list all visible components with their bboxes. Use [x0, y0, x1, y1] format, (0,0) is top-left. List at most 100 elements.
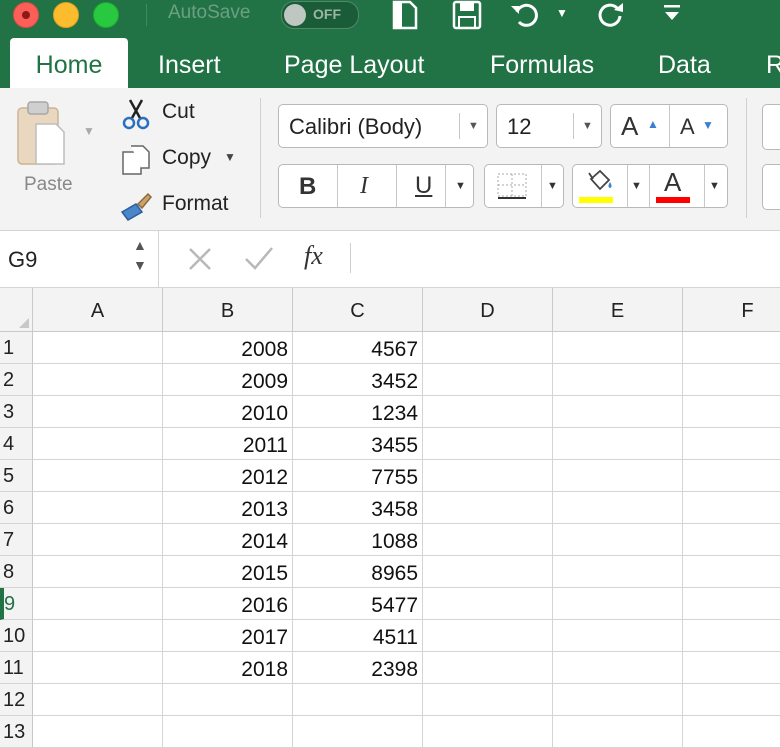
fill-color-button[interactable] [573, 165, 627, 207]
tab-formulas[interactable]: Formulas [490, 38, 594, 88]
cell-a11[interactable] [33, 652, 163, 684]
cell-d5[interactable] [423, 460, 553, 492]
cell-f13[interactable] [683, 716, 780, 748]
close-window-button[interactable] [13, 2, 39, 28]
font-name-combo[interactable]: Calibri (Body) ▼ [278, 104, 488, 148]
row-header[interactable]: 4 [0, 428, 33, 460]
font-color-dropdown-icon[interactable]: ▼ [709, 180, 720, 192]
borders-dropdown-icon[interactable]: ▼ [547, 180, 558, 192]
cell-e6[interactable] [553, 492, 683, 524]
cut-button[interactable]: Cut [118, 96, 218, 130]
cell-d9[interactable] [423, 588, 553, 620]
cell-f7[interactable] [683, 524, 780, 556]
cell-b12[interactable] [163, 684, 293, 716]
cell-e2[interactable] [553, 364, 683, 396]
cell-a1[interactable] [33, 332, 163, 364]
row-header[interactable]: 8 [0, 556, 33, 588]
autosave-toggle[interactable]: OFF [281, 1, 359, 29]
cell-e10[interactable] [553, 620, 683, 652]
cancel-entry-icon[interactable] [186, 241, 214, 278]
row-header[interactable]: 12 [0, 684, 33, 716]
cell-b6[interactable]: 2013 [163, 492, 293, 524]
undo-icon[interactable] [509, 0, 545, 30]
cell-f3[interactable] [683, 396, 780, 428]
cell-e5[interactable] [553, 460, 683, 492]
row-header[interactable]: 9 [0, 588, 33, 620]
paste-dropdown-icon[interactable]: ▼ [83, 124, 95, 138]
cell-e1[interactable] [553, 332, 683, 364]
save-icon[interactable] [451, 0, 483, 30]
cell-e3[interactable] [553, 396, 683, 428]
row-header[interactable]: 10 [0, 620, 33, 652]
chevron-up-icon[interactable]: ▲ [133, 237, 147, 253]
cell-d8[interactable] [423, 556, 553, 588]
cell-a9[interactable] [33, 588, 163, 620]
cell-c13[interactable] [293, 716, 423, 748]
tab-page-layout[interactable]: Page Layout [284, 38, 424, 88]
minimize-window-button[interactable] [53, 2, 79, 28]
cell-b5[interactable]: 2012 [163, 460, 293, 492]
row-header[interactable]: 13 [0, 716, 33, 748]
alignment-control-partial[interactable] [762, 104, 780, 150]
cell-b11[interactable]: 2018 [163, 652, 293, 684]
cell-c9[interactable]: 5477 [293, 588, 423, 620]
cell-c11[interactable]: 2398 [293, 652, 423, 684]
insert-function-button[interactable]: fx [304, 241, 323, 271]
format-painter-button[interactable]: Format [118, 188, 248, 222]
cell-a10[interactable] [33, 620, 163, 652]
bold-button[interactable]: B [279, 165, 337, 207]
italic-button[interactable]: I [338, 165, 396, 207]
cell-c3[interactable]: 1234 [293, 396, 423, 428]
cell-c6[interactable]: 3458 [293, 492, 423, 524]
cell-d7[interactable] [423, 524, 553, 556]
chevron-down-icon[interactable]: ▼ [133, 257, 147, 273]
cell-b7[interactable]: 2014 [163, 524, 293, 556]
cell-d11[interactable] [423, 652, 553, 684]
row-header[interactable]: 7 [0, 524, 33, 556]
row-header[interactable]: 3 [0, 396, 33, 428]
cell-e9[interactable] [553, 588, 683, 620]
cell-f9[interactable] [683, 588, 780, 620]
confirm-entry-icon[interactable] [243, 241, 275, 278]
row-header[interactable]: 6 [0, 492, 33, 524]
cell-a13[interactable] [33, 716, 163, 748]
tab-review-partial[interactable]: R [766, 38, 780, 88]
select-all-button[interactable] [0, 288, 33, 332]
cell-b13[interactable] [163, 716, 293, 748]
cell-d3[interactable] [423, 396, 553, 428]
cell-d1[interactable] [423, 332, 553, 364]
cell-b4[interactable]: 2011 [163, 428, 293, 460]
cell-c12[interactable] [293, 684, 423, 716]
cell-d12[interactable] [423, 684, 553, 716]
cell-f12[interactable] [683, 684, 780, 716]
cell-d2[interactable] [423, 364, 553, 396]
cell-a12[interactable] [33, 684, 163, 716]
cell-f11[interactable] [683, 652, 780, 684]
column-header-d[interactable]: D [423, 288, 553, 332]
cell-c2[interactable]: 3452 [293, 364, 423, 396]
cell-d4[interactable] [423, 428, 553, 460]
column-header-e[interactable]: E [553, 288, 683, 332]
increase-font-size-button[interactable]: A ▲ [611, 105, 669, 147]
tab-insert[interactable]: Insert [158, 38, 221, 88]
cell-d10[interactable] [423, 620, 553, 652]
cell-c7[interactable]: 1088 [293, 524, 423, 556]
cell-b10[interactable]: 2017 [163, 620, 293, 652]
copy-button[interactable]: Copy [118, 142, 218, 176]
cell-f1[interactable] [683, 332, 780, 364]
row-header[interactable]: 5 [0, 460, 33, 492]
cell-c5[interactable]: 7755 [293, 460, 423, 492]
alignment-control-partial[interactable] [762, 164, 780, 210]
name-box[interactable]: G9 ▲ ▼ [0, 231, 159, 287]
row-header[interactable]: 2 [0, 364, 33, 396]
cell-e4[interactable] [553, 428, 683, 460]
cell-b8[interactable]: 2015 [163, 556, 293, 588]
cell-e13[interactable] [553, 716, 683, 748]
customize-toolbar-icon[interactable] [662, 1, 682, 27]
cell-a7[interactable] [33, 524, 163, 556]
column-header-f[interactable]: F [683, 288, 780, 332]
cell-c8[interactable]: 8965 [293, 556, 423, 588]
row-header[interactable]: 11 [0, 652, 33, 684]
cell-a8[interactable] [33, 556, 163, 588]
cell-a6[interactable] [33, 492, 163, 524]
